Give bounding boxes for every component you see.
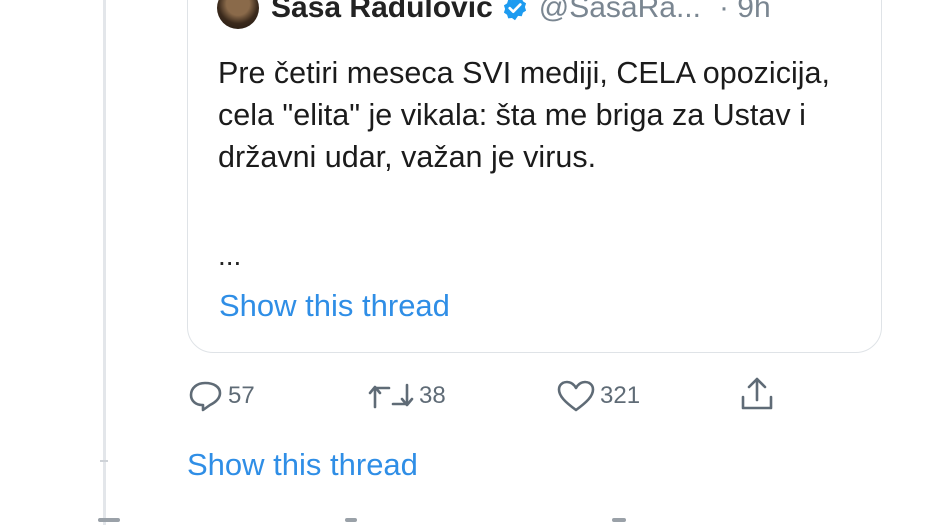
tweet-action-bar: 57 38 321: [0, 373, 930, 417]
reply-icon: [189, 381, 222, 412]
like-button[interactable]: 321: [556, 379, 640, 413]
reply-count: 57: [228, 382, 255, 409]
quoted-show-thread-link[interactable]: Show this thread: [219, 288, 450, 324]
thread-connector-line: [103, 0, 106, 525]
show-thread-link[interactable]: Show this thread: [187, 447, 418, 483]
fragment-mark: [612, 518, 626, 522]
author-name[interactable]: Saša Radulović: [271, 0, 493, 25]
fragment-mark: [98, 518, 120, 522]
retweet-count: 38: [419, 382, 446, 409]
retweet-icon: [368, 383, 414, 409]
avatar[interactable]: [217, 0, 259, 29]
verified-badge-icon: [503, 0, 526, 21]
next-tweet-fragment: [0, 510, 930, 525]
quoted-tweet-header: Saša Radulović @SasaRa... · 9h: [217, 0, 771, 29]
tweet-timestamp[interactable]: · 9h: [719, 0, 771, 25]
fragment-mark: [345, 518, 357, 522]
share-button[interactable]: [738, 375, 776, 413]
retweet-button[interactable]: 38: [367, 379, 446, 413]
quoted-tweet-text: Pre četiri meseca SVI mediji, CELA opozi…: [218, 56, 830, 174]
share-icon: [741, 377, 773, 410]
reply-button[interactable]: 57: [188, 379, 255, 413]
like-count: 321: [600, 382, 641, 409]
author-handle[interactable]: @SasaRa...: [539, 0, 701, 25]
truncation-ellipsis: ...: [218, 240, 242, 271]
heart-icon: [557, 380, 595, 412]
thread-dash: [100, 460, 108, 462]
